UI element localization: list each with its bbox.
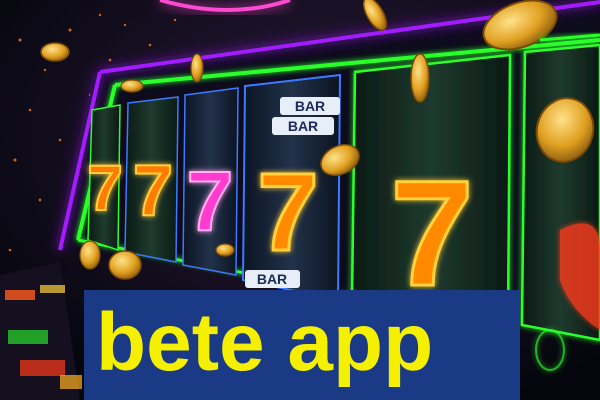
seven-symbol-4: 7 — [257, 151, 318, 274]
seven-symbol-3: 7 — [187, 154, 234, 248]
svg-text:BAR: BAR — [295, 98, 325, 114]
seven-symbol-1: 7 — [87, 152, 123, 224]
seven-symbol-2: 7 — [133, 151, 173, 231]
svg-text:BAR: BAR — [288, 118, 318, 134]
bar-label-1: BAR — [280, 97, 340, 115]
bar-label-2: BAR — [272, 117, 334, 135]
caption-text: bete app — [96, 297, 434, 388]
